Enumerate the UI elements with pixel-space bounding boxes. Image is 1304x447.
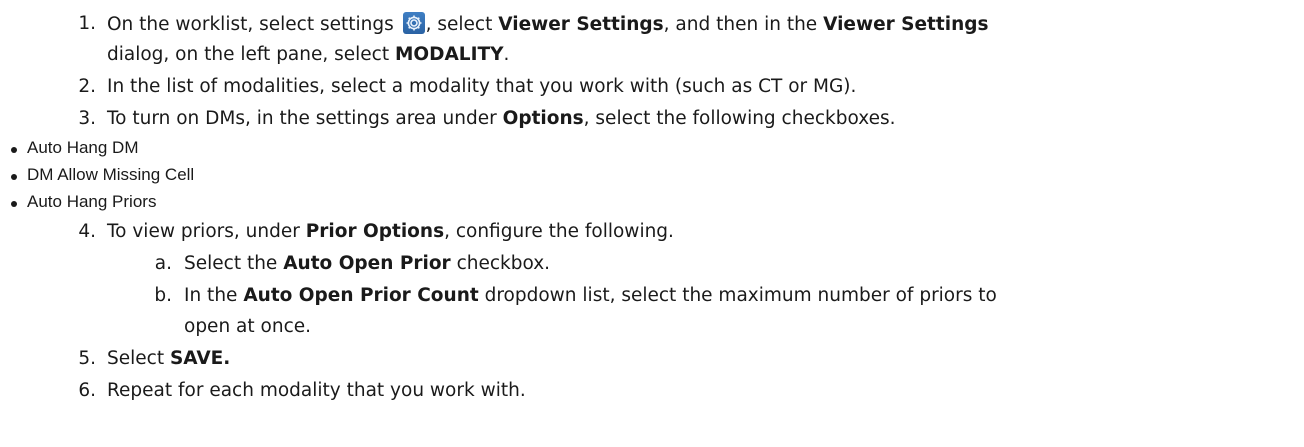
step-4b-text-a: In the bbox=[184, 285, 238, 306]
bullet-item-auto-hang-dm: Auto Hang DM bbox=[27, 138, 139, 157]
step-2-text: In the list of modalities, select a moda… bbox=[107, 76, 857, 97]
step-1-text-c: , and then in the bbox=[663, 14, 818, 35]
step-3-text-a: To turn on DMs, in the settings area und… bbox=[107, 108, 497, 129]
step-4b-letter: b. bbox=[154, 285, 172, 306]
step-4-text: To view priors, under Prior Options, con… bbox=[107, 220, 674, 244]
step-4a-text: Select the Auto Open Prior checkbox. bbox=[184, 252, 550, 276]
step-1-number: 1. bbox=[78, 13, 96, 34]
step-1-text-line2: dialog, on the left pane, select MODALIT… bbox=[107, 43, 509, 67]
step-4-text-b: , configure the following. bbox=[444, 221, 674, 242]
bullet-dot bbox=[11, 201, 17, 207]
viewer-settings-bold: Viewer Settings bbox=[498, 14, 664, 35]
step-6-text: Repeat for each modality that you work w… bbox=[107, 380, 526, 401]
step-4a-text-b: checkbox. bbox=[456, 253, 551, 274]
step-1-text-b: , select bbox=[425, 14, 493, 35]
options-bold: Options bbox=[502, 108, 584, 129]
step-3-number: 3. bbox=[78, 108, 96, 129]
step-6-number: 6. bbox=[78, 380, 96, 401]
step-3-text-b: , select the following checkboxes. bbox=[583, 108, 896, 129]
step-1-text-d: dialog, on the left pane, select bbox=[107, 44, 390, 65]
auto-open-prior-bold: Auto Open Prior bbox=[283, 253, 451, 274]
step-4-number: 4. bbox=[78, 221, 96, 242]
bullet-item-auto-hang-priors: Auto Hang Priors bbox=[27, 192, 157, 211]
step-1-text: On the worklist, select settings , selec… bbox=[107, 12, 989, 37]
bullet-item-dm-allow-missing-cell: DM Allow Missing Cell bbox=[27, 165, 195, 184]
step-1-text-e: . bbox=[503, 44, 510, 65]
bullet-dot bbox=[11, 174, 17, 180]
save-bold: SAVE. bbox=[169, 348, 231, 369]
step-1-text-a: On the worklist, select settings bbox=[107, 14, 394, 35]
prior-options-bold: Prior Options bbox=[305, 221, 445, 242]
viewer-settings-bold-2: Viewer Settings bbox=[823, 14, 989, 35]
step-5-text-a: Select bbox=[107, 348, 165, 369]
step-4b-text: In the Auto Open Prior Count dropdown li… bbox=[184, 284, 997, 308]
auto-open-prior-count-bold: Auto Open Prior Count bbox=[243, 285, 479, 306]
instruction-document: 1. On the worklist, select settings , se… bbox=[0, 0, 1304, 447]
step-2-number: 2. bbox=[78, 76, 96, 97]
modality-bold: MODALITY bbox=[395, 44, 504, 65]
gear-icon bbox=[402, 12, 425, 34]
step-4-text-a: To view priors, under bbox=[107, 221, 300, 242]
bullet-dot bbox=[11, 147, 17, 153]
step-4a-letter: a. bbox=[154, 253, 172, 274]
step-4b-text-line2: open at once. bbox=[184, 316, 311, 337]
step-3-text: To turn on DMs, in the settings area und… bbox=[107, 107, 896, 131]
step-4a-text-a: Select the bbox=[184, 253, 278, 274]
step-4b-text-b: dropdown list, select the maximum number… bbox=[484, 285, 997, 306]
step-5-number: 5. bbox=[78, 348, 96, 369]
step-5-text: Select SAVE. bbox=[107, 347, 230, 371]
